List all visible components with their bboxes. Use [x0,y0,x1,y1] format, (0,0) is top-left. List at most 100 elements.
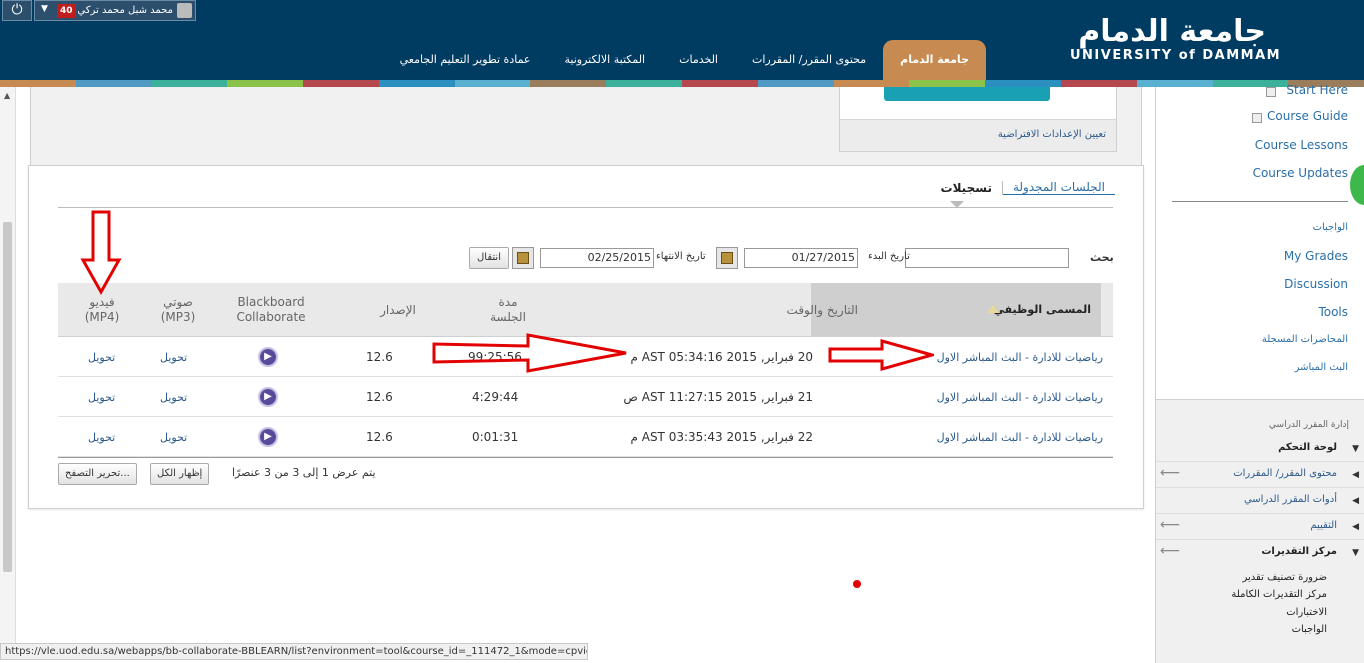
sidebar-link-assignments[interactable]: الواجبات [1313,222,1348,233]
back-arrow-icon[interactable]: ⟵ [1160,543,1180,559]
green-status-icon [1350,165,1364,205]
convert-audio-link[interactable]: تحويل [160,417,187,457]
end-date-field[interactable]: 02/25/2015 [540,248,654,268]
start-calendar-icon[interactable] [716,247,738,269]
sidebar-link-discussion[interactable]: Discussion [1284,277,1348,291]
convert-audio-link[interactable]: تحويل [160,377,187,417]
recording-datetime: 20 فبراير, 2015 05:34:16 AST م [630,350,813,364]
nav-tab-services[interactable]: الخدمات [662,40,735,80]
color-strip-segment [530,80,607,87]
menu-grade-center-label[interactable]: مركز التقديرات [1261,546,1337,557]
header-video-line2: (MP4) [84,310,120,324]
recording-title-link[interactable]: رياضيات للادارة - البث المباشر الاول [937,417,1103,457]
sidebar-link-live-broadcast[interactable]: البث المباشر [1295,362,1348,373]
user-name[interactable]: محمد شبل محمد تركي [77,5,173,16]
grade-sub-item[interactable]: الواجبات [1292,624,1327,635]
back-arrow-icon[interactable]: ⟵ [1160,465,1180,481]
grade-sub-item[interactable]: الاختبارات [1286,607,1327,618]
set-defaults-link[interactable]: تعيين الإعدادات الافتراضية [998,129,1106,140]
start-date-field[interactable]: 01/27/2015 [744,248,858,268]
header-title[interactable]: المسمى الوظيفي [994,303,1092,316]
power-icon[interactable]: ⏻ [2,0,32,21]
sidebar-link-recorded-lectures[interactable]: المحاضرات المسجلة [1262,334,1348,345]
dropdown-caret-icon[interactable]: ▼ [41,4,48,14]
recording-duration: 99:25:56 [468,350,522,364]
sidebar-link-course-guide[interactable]: Course Guide [1267,109,1348,123]
tab-recordings[interactable]: تسجيلات [931,181,1002,195]
launch-button[interactable] [884,87,1050,101]
nav-tab-university[interactable]: جامعة الدمام [883,40,986,80]
tab-scheduled-sessions[interactable]: الجلسات المجدولة [1002,180,1115,195]
grade-sub-item[interactable]: ضرورة تصنيف تقدير [1243,572,1328,583]
color-strip-segment [227,80,304,87]
nav-tab-deanship[interactable]: عمادة تطوير التعليم الجامعي [383,40,548,80]
convert-video-link[interactable]: تحويل [88,417,115,457]
menu-control-panel[interactable]: ▼ لوحة التحكم [1156,436,1364,462]
page-scrollbar[interactable]: ▲ [0,87,16,643]
header-datetime-label[interactable]: التاريخ والوقت [787,303,858,318]
header-duration-line1: مدة [498,295,518,309]
play-recording-icon[interactable]: ▶ [258,337,278,377]
scroll-thumb[interactable] [3,222,12,572]
convert-video-link[interactable]: تحويل [88,377,115,417]
sidebar-link-course-updates[interactable]: Course Updates [1253,166,1348,180]
color-strip-segment [606,80,683,87]
sidebar-link-course-lessons[interactable]: Course Lessons [1255,138,1348,152]
sidebar-link-my-grades[interactable]: My Grades [1284,249,1348,263]
recording-title-link[interactable]: رياضيات للادارة - البث المباشر الاول [937,377,1103,417]
menu-grade-center[interactable]: ▼ مركز التقديرات ⟵ [1156,540,1364,566]
header-version[interactable]: الإصدار [358,283,438,337]
expanded-triangle-icon[interactable]: ▼ [1352,444,1359,454]
edit-paging-button[interactable]: تحرير التصفح... [58,463,137,485]
go-button[interactable]: انتقال [469,247,509,269]
menu-course-tools-label[interactable]: أدوات المقرر الدراسي [1244,494,1337,505]
sidebar-divider [1172,201,1348,202]
university-logo[interactable]: جامعة الدمام UNIVERSITY of DAMMAM [1064,16,1280,66]
collapsed-triangle-icon[interactable]: ◀ [1352,522,1359,532]
grade-sub-item[interactable]: مركز التقديرات الكاملة [1231,589,1327,600]
back-arrow-icon[interactable]: ⟵ [1160,517,1180,533]
play-recording-icon[interactable]: ▶ [258,417,278,457]
menu-evaluation[interactable]: ◀ التقييم ⟵ [1156,514,1364,540]
recording-duration: 4:29:44 [472,390,519,404]
sort-ascending-icon[interactable] [987,305,999,313]
menu-evaluation-label[interactable]: التقييم [1310,520,1337,531]
search-label: بحث [1090,251,1114,264]
recording-title-link[interactable]: رياضيات للادارة - البث المباشر الاول [937,337,1103,377]
collapsed-triangle-icon[interactable]: ◀ [1352,470,1359,480]
table-row: رياضيات للادارة - البث المباشر الاول 21 … [58,377,1113,417]
color-strip-segment [682,80,758,87]
notification-badge[interactable]: 40 [57,4,76,18]
nav-tab-library[interactable]: المكتبة الالكترونية [548,40,663,80]
header-video: فيديو (MP4) [72,283,132,337]
color-strip-segment [1212,80,1289,87]
nav-tab-course-content[interactable]: محتوى المقرر/ المقررات [735,40,883,80]
sidebar-link-tools[interactable]: Tools [1318,305,1348,319]
play-recording-icon[interactable]: ▶ [258,377,278,417]
sidebar-link-start-here[interactable]: Start Here [1286,83,1348,97]
scroll-up-icon[interactable]: ▲ [4,91,10,100]
recording-version: 12.6 [366,430,393,444]
header-datetime[interactable]: التاريخ والوقت [658,283,858,337]
defaults-link-row: تعيين الإعدادات الافتراضية [840,119,1116,151]
search-input[interactable] [905,248,1069,268]
defaults-box: تعيين الإعدادات الافتراضية [839,87,1117,152]
recordings-table: المسمى الوظيفي التاريخ والوقت مدة الجلسة… [58,283,1113,457]
start-date-label: تاريخ البدء [868,251,910,262]
end-calendar-icon[interactable] [512,247,534,269]
convert-video-link[interactable]: تحويل [88,337,115,377]
table-footer: تحرير التصفح... إظهار الكل يتم عرض 1 إلى… [58,463,1113,487]
collapsed-triangle-icon[interactable]: ◀ [1352,496,1359,506]
menu-course-content[interactable]: ◀ محتوى المقرر/ المقررات ⟵ [1156,462,1364,488]
color-strip-segment [985,80,1061,87]
user-menu[interactable]: ▼ 40 محمد شبل محمد تركي [34,0,196,21]
table-bottom-rule [58,457,1113,458]
convert-audio-link[interactable]: تحويل [160,337,187,377]
header-duration[interactable]: مدة الجلسة [468,283,548,337]
menu-course-content-label[interactable]: محتوى المقرر/ المقررات [1233,468,1337,479]
header-audio-line1: صوتي [163,295,193,309]
menu-control-panel-label[interactable]: لوحة التحكم [1278,442,1337,453]
menu-course-tools[interactable]: ◀ أدوات المقرر الدراسي [1156,488,1364,514]
show-all-button[interactable]: إظهار الكل [150,463,210,485]
expanded-triangle-icon[interactable]: ▼ [1352,548,1359,558]
